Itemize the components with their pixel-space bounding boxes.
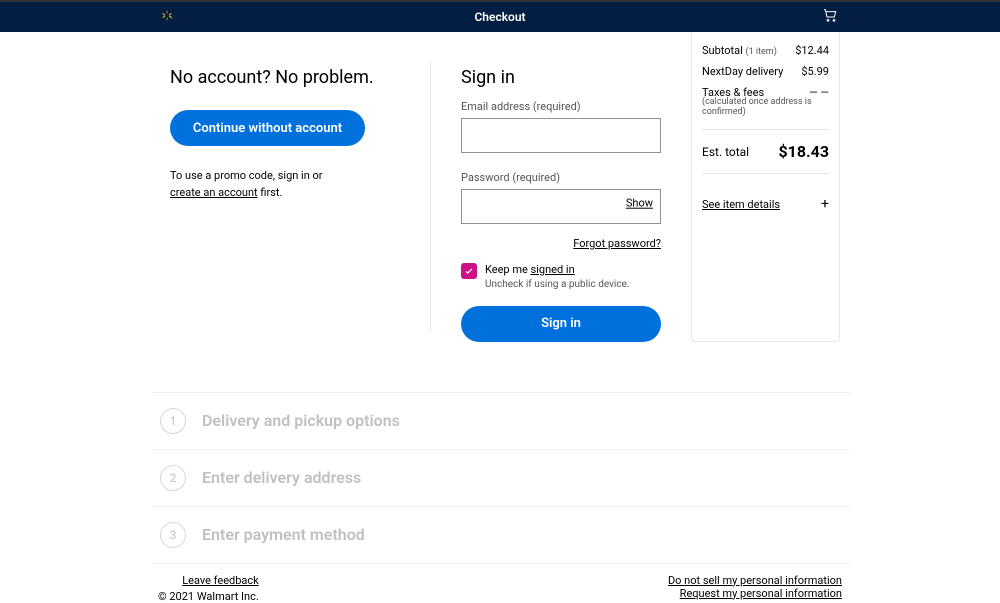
order-summary: Subtotal (1 item) $12.44 NextDay deliver… <box>691 32 840 342</box>
email-label: Email address (required) <box>461 100 661 113</box>
step-payment-method: 3 Enter payment method <box>152 507 850 564</box>
do-not-sell-link[interactable]: Do not sell my personal information <box>668 574 842 587</box>
promo-code-note: To use a promo code, sign in or create a… <box>170 168 400 201</box>
summary-divider-2 <box>702 173 829 174</box>
signin-section: Sign in Email address (required) Passwor… <box>461 67 661 342</box>
step-number: 1 <box>160 408 186 434</box>
leave-feedback-link[interactable]: Leave feedback <box>158 574 259 587</box>
plus-icon[interactable]: + <box>821 196 829 212</box>
step-number: 2 <box>160 465 186 491</box>
signin-button[interactable]: Sign in <box>461 306 661 342</box>
step-delivery-address: 2 Enter delivery address <box>152 450 850 507</box>
continue-without-account-button[interactable]: Continue without account <box>170 110 365 146</box>
step-label: Enter delivery address <box>202 468 361 487</box>
page-title: Checkout <box>474 10 525 24</box>
step-label: Enter payment method <box>202 525 365 544</box>
header: Checkout <box>0 2 1000 32</box>
email-field[interactable] <box>461 118 661 153</box>
nextday-value: $5.99 <box>801 65 829 78</box>
forgot-password-link[interactable]: Forgot password? <box>573 237 661 250</box>
nextday-label: NextDay delivery <box>702 65 783 78</box>
request-info-link[interactable]: Request my personal information <box>668 587 842 600</box>
est-total-label: Est. total <box>702 145 749 159</box>
cart-icon[interactable] <box>822 7 838 27</box>
walmart-logo-icon[interactable] <box>160 8 174 27</box>
step-label: Delivery and pickup options <box>202 411 400 430</box>
create-account-link[interactable]: create an account <box>170 186 258 199</box>
subtotal-value: $12.44 <box>795 44 829 57</box>
vertical-divider <box>430 62 431 332</box>
password-label: Password (required) <box>461 171 661 184</box>
checkout-steps: 1 Delivery and pickup options 2 Enter de… <box>152 392 850 564</box>
summary-divider <box>702 129 829 130</box>
taxes-note: (calculated once address is confirmed) <box>702 97 829 117</box>
show-password-button[interactable]: Show <box>626 196 653 209</box>
step-delivery-options: 1 Delivery and pickup options <box>152 392 850 450</box>
no-account-section: No account? No problem. Continue without… <box>170 67 400 342</box>
taxes-value: — — <box>809 86 829 99</box>
step-number: 3 <box>160 522 186 548</box>
footer: Leave feedback © 2021 Walmart Inc. Do no… <box>158 574 842 603</box>
copyright: © 2021 Walmart Inc. <box>158 590 259 603</box>
signed-in-link[interactable]: signed in <box>531 263 575 276</box>
keep-signed-in-checkbox[interactable] <box>461 263 477 279</box>
see-item-details-link[interactable]: See item details <box>702 198 780 211</box>
keep-signed-in-row: Keep me signed in Uncheck if using a pub… <box>461 263 661 292</box>
est-total-value: $18.43 <box>778 142 829 161</box>
no-account-title: No account? No problem. <box>170 67 400 88</box>
signin-title: Sign in <box>461 67 661 88</box>
